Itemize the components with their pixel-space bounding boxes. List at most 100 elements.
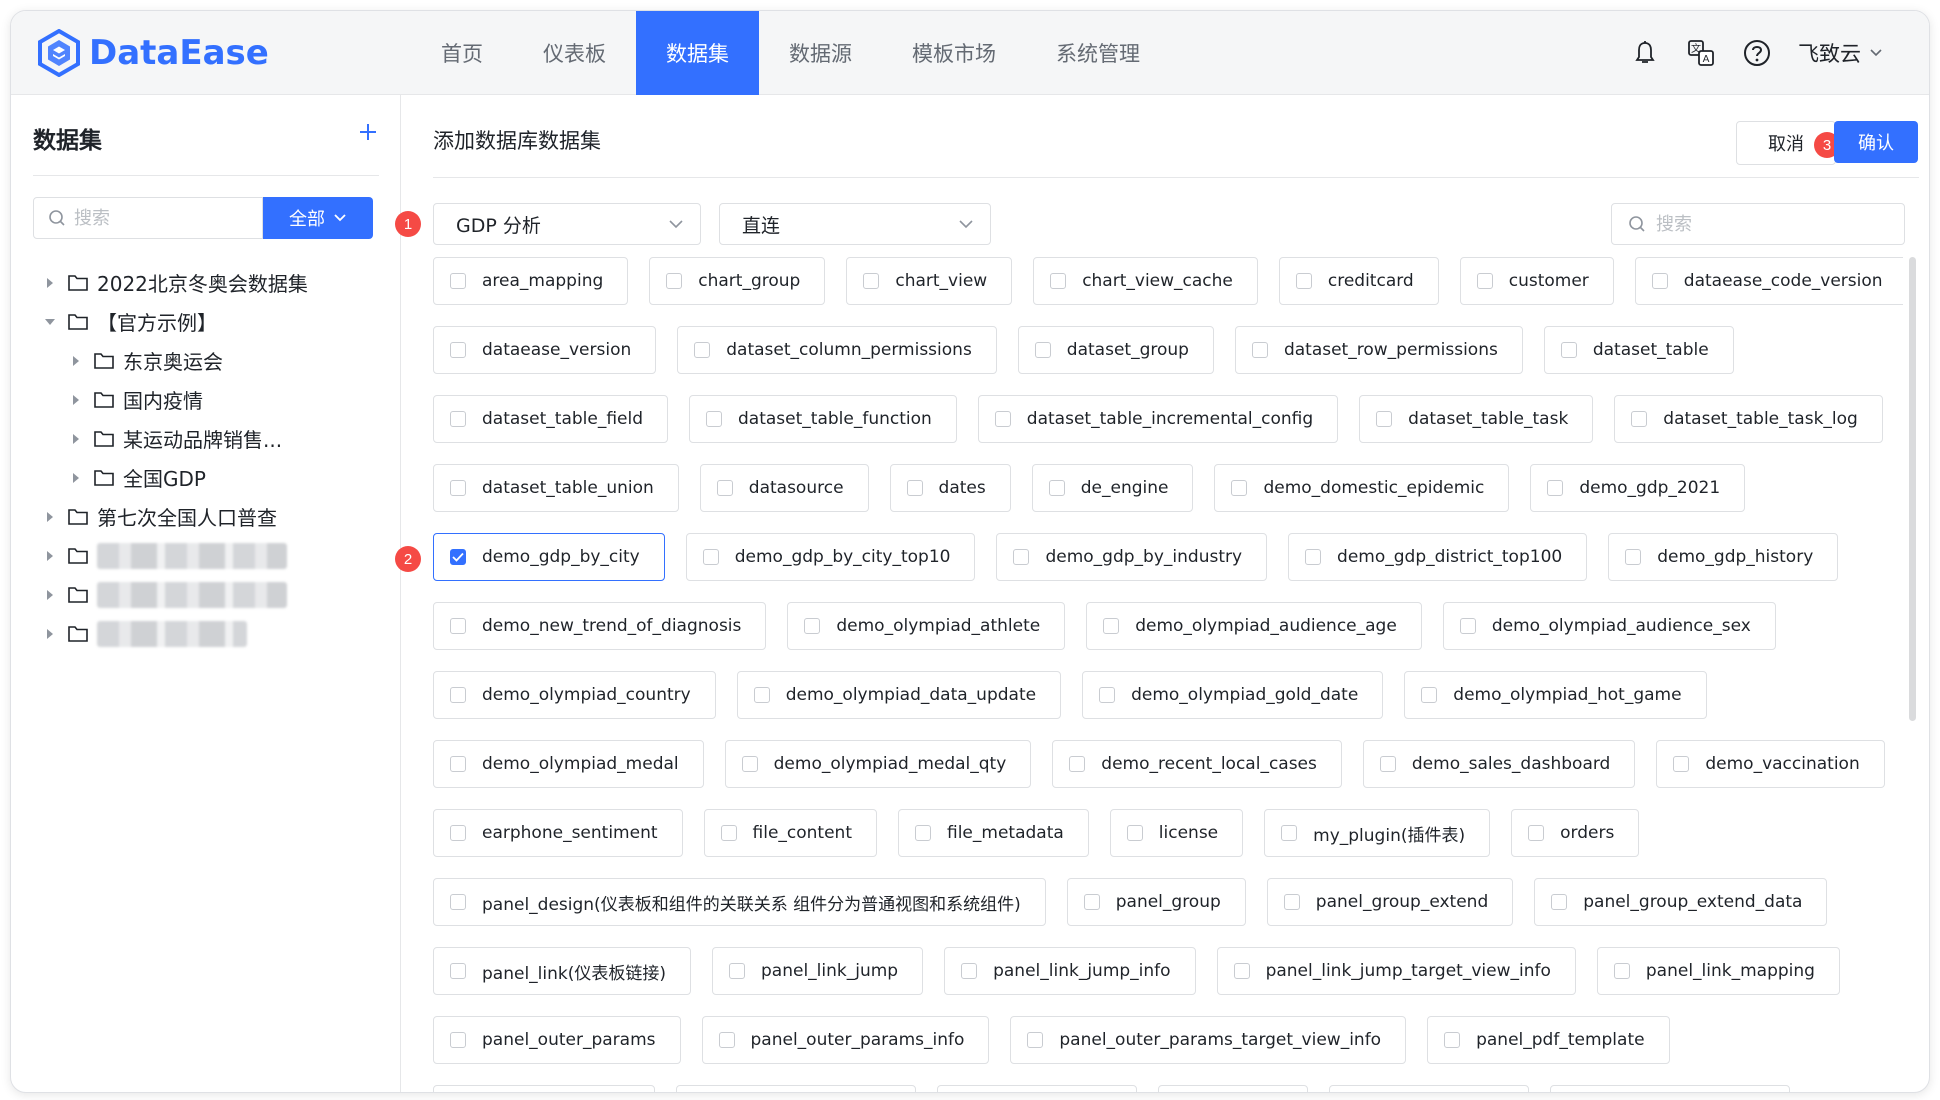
table-option[interactable]: datasource [699, 464, 869, 512]
checkbox[interactable] [450, 894, 466, 910]
checkbox[interactable] [1631, 411, 1648, 427]
table-list-scrollbar[interactable] [1909, 257, 1916, 721]
table-option[interactable]: panel_link_jump_info [944, 947, 1196, 995]
table-option[interactable]: creditcard [1278, 257, 1439, 305]
checkbox[interactable] [906, 480, 923, 496]
checkbox[interactable] [1251, 342, 1268, 358]
caret-right-icon[interactable] [41, 508, 59, 526]
table-option[interactable]: dataset_table [1543, 326, 1734, 374]
checkbox[interactable] [1281, 825, 1298, 841]
checkbox[interactable] [450, 342, 466, 358]
sidebar-search-input[interactable] [74, 207, 244, 229]
table-option[interactable]: demo_olympiad_data_update [736, 671, 1062, 719]
table-option[interactable]: dataset_table_union [433, 464, 679, 512]
nav-item[interactable]: 模板市场 [882, 11, 1026, 95]
help-icon[interactable] [1742, 38, 1772, 68]
user-menu[interactable]: 飞致云 [1798, 38, 1883, 68]
checkbox[interactable] [804, 618, 821, 634]
table-option[interactable] [1158, 1085, 1308, 1092]
connection-mode-select[interactable]: 直连 [719, 203, 991, 245]
checkbox[interactable] [994, 411, 1011, 427]
table-option[interactable]: file_content [703, 809, 877, 857]
checkbox[interactable] [1126, 825, 1143, 841]
table-search-input[interactable] [1656, 213, 1886, 235]
tree-item[interactable]: 【官方示例】 [41, 302, 381, 341]
table-option[interactable]: demo_olympiad_hot_game [1404, 671, 1707, 719]
caret-right-icon[interactable] [41, 274, 59, 292]
nav-item[interactable]: 系统管理 [1026, 11, 1170, 95]
checkbox[interactable] [863, 273, 880, 289]
checkbox[interactable] [718, 1032, 735, 1048]
checkbox[interactable] [1673, 756, 1690, 772]
table-option[interactable]: demo_gdp_history [1608, 533, 1839, 581]
checkbox[interactable] [1376, 411, 1393, 427]
checkbox[interactable] [450, 756, 466, 772]
checkbox[interactable] [716, 480, 733, 496]
checkbox[interactable] [1283, 894, 1300, 910]
checkbox[interactable] [450, 687, 466, 703]
table-option[interactable]: customer [1459, 257, 1614, 305]
datasource-select[interactable]: GDP 分析 [433, 203, 701, 245]
caret-right-icon[interactable] [41, 586, 59, 604]
caret-right-icon[interactable] [41, 625, 59, 643]
caret-down-icon[interactable] [41, 313, 59, 331]
checkbox[interactable] [1069, 756, 1086, 772]
tree-item[interactable]: 东京奥运会 [41, 341, 381, 380]
table-option[interactable]: demo_olympiad_gold_date [1082, 671, 1384, 719]
table-option[interactable]: orders [1511, 809, 1640, 857]
bell-icon[interactable] [1630, 38, 1660, 68]
checkbox[interactable] [450, 411, 466, 427]
table-option[interactable]: panel_group_extend_data [1534, 878, 1828, 926]
tree-item[interactable]: 某运动品牌销售... [41, 419, 381, 458]
nav-item[interactable]: 数据源 [759, 11, 882, 95]
checkbox[interactable] [1421, 687, 1438, 703]
table-option[interactable] [1550, 1085, 1790, 1092]
table-option[interactable]: demo_olympiad_country [433, 671, 716, 719]
tree-item[interactable]: 2022北京冬奥会数据集 [41, 263, 381, 302]
table-option[interactable] [433, 1085, 655, 1092]
checkbox[interactable] [450, 1032, 466, 1048]
checkbox[interactable] [753, 687, 770, 703]
checkbox[interactable] [961, 963, 978, 979]
table-option[interactable]: chart_view [846, 257, 1013, 305]
caret-right-icon[interactable] [41, 547, 59, 565]
table-option[interactable]: demo_new_trend_of_diagnosis [433, 602, 767, 650]
checkbox[interactable] [1613, 963, 1630, 979]
table-option[interactable]: demo_gdp_2021 [1530, 464, 1746, 512]
checkbox[interactable] [1083, 894, 1100, 910]
checkbox[interactable] [1295, 273, 1312, 289]
table-option[interactable]: demo_olympiad_medal_qty [724, 740, 1032, 788]
checkbox[interactable] [1050, 273, 1067, 289]
confirm-button[interactable]: 确认 [1834, 121, 1918, 163]
table-option[interactable]: panel_link_jump [712, 947, 924, 995]
checkbox[interactable] [1379, 756, 1396, 772]
table-option[interactable]: dataset_table_field [433, 395, 669, 443]
table-option[interactable]: demo_olympiad_medal [433, 740, 704, 788]
table-option[interactable]: file_metadata [898, 809, 1089, 857]
checkbox[interactable] [450, 825, 466, 841]
table-option[interactable]: panel_link_jump_target_view_info [1216, 947, 1576, 995]
checkbox[interactable] [1231, 480, 1248, 496]
table-option[interactable]: panel_outer_params [433, 1016, 681, 1064]
nav-item[interactable]: 数据集 [636, 11, 759, 95]
table-option[interactable]: dataset_table_function [689, 395, 957, 443]
caret-right-icon[interactable] [67, 352, 85, 370]
checkbox[interactable] [1027, 1032, 1044, 1048]
checkbox[interactable] [1651, 273, 1668, 289]
table-option[interactable]: panel_link(仪表板链接) [433, 947, 691, 995]
table-option[interactable]: panel_pdf_template [1427, 1016, 1670, 1064]
table-option[interactable] [676, 1085, 916, 1092]
table-option[interactable]: dataset_group [1017, 326, 1214, 374]
table-option[interactable]: demo_recent_local_cases [1052, 740, 1342, 788]
table-option[interactable]: demo_sales_dashboard [1362, 740, 1636, 788]
checkbox[interactable] [702, 549, 719, 565]
checkbox[interactable] [1444, 1032, 1461, 1048]
checkbox[interactable] [1547, 480, 1564, 496]
table-option[interactable]: demo_gdp_by_industry [996, 533, 1268, 581]
logo[interactable]: DataEase [37, 25, 269, 81]
table-option[interactable]: panel_outer_params_info [701, 1016, 990, 1064]
nav-item[interactable]: 仪表板 [513, 11, 636, 95]
table-option[interactable]: demo_gdp_district_top100 [1288, 533, 1588, 581]
table-option[interactable]: dataset_column_permissions [677, 326, 997, 374]
caret-right-icon[interactable] [67, 391, 85, 409]
